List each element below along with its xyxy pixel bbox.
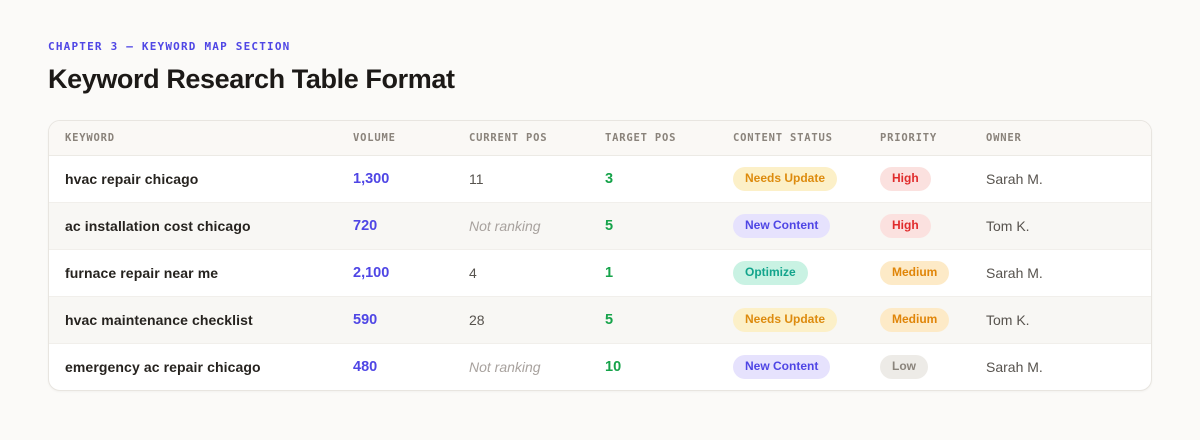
owner-cell: Sarah M. xyxy=(986,155,1151,202)
current-pos-value: 28 xyxy=(469,311,485,328)
content-status-badge: New Content xyxy=(733,354,831,379)
priority-badge: High xyxy=(880,166,931,191)
content-status-badge: Needs Update xyxy=(733,307,838,332)
target-pos-value: 3 xyxy=(605,171,614,187)
volume-cell: 1,300 xyxy=(353,155,469,202)
current-pos-cell: 4 xyxy=(469,248,605,296)
volume-value: 720 xyxy=(353,218,378,234)
priority-badge: Medium xyxy=(880,260,950,285)
volume-value: 590 xyxy=(353,312,378,328)
keyword-text: hvac maintenance checklist xyxy=(65,311,253,328)
target-pos-cell: 10 xyxy=(605,342,733,390)
table-row: furnace repair near me 2,100 4 1 Optimiz… xyxy=(49,248,1151,296)
current-pos-cell: Not ranking xyxy=(469,201,605,249)
keyword-text: emergency ac repair chicago xyxy=(65,358,261,375)
priority-cell: High xyxy=(880,201,986,249)
target-pos-value: 1 xyxy=(605,265,614,281)
priority-badge: Medium xyxy=(880,307,950,332)
table-header: KEYWORD VOLUME CURRENT POS TARGET POS CO… xyxy=(49,121,1151,156)
column-header-priority: PRIORITY xyxy=(880,121,986,156)
priority-cell: Medium xyxy=(880,295,986,343)
owner-cell: Sarah M. xyxy=(986,342,1151,390)
keyword-cell: emergency ac repair chicago xyxy=(49,342,353,390)
volume-value: 480 xyxy=(353,359,378,376)
keyword-text: furnace repair near me xyxy=(65,264,219,281)
table-row: ac installation cost chicago 720 Not ran… xyxy=(49,201,1151,249)
content-status-cell: New Content xyxy=(733,342,880,390)
owner-text: Sarah M. xyxy=(986,358,1043,375)
current-pos-cell: Not ranking xyxy=(469,342,605,390)
priority-cell: Low xyxy=(880,342,986,390)
content-status-badge: Needs Update xyxy=(733,166,838,191)
content-status-cell: Optimize xyxy=(733,248,880,296)
keyword-cell: hvac maintenance checklist xyxy=(49,295,353,343)
table-body: hvac repair chicago 1,300 11 3 Needs Upd… xyxy=(49,155,1151,390)
column-header-keyword: KEYWORD xyxy=(49,121,353,156)
table-row: hvac repair chicago 1,300 11 3 Needs Upd… xyxy=(49,155,1151,202)
target-pos-cell: 1 xyxy=(605,248,733,296)
page-title: Keyword Research Table Format xyxy=(48,64,455,94)
owner-cell: Tom K. xyxy=(986,201,1151,249)
volume-cell: 720 xyxy=(353,201,469,249)
column-header-target-pos: TARGET POS xyxy=(605,121,733,156)
owner-text: Tom K. xyxy=(986,217,1030,234)
current-pos-value: Not ranking xyxy=(469,358,541,375)
content-status-cell: Needs Update xyxy=(733,295,880,343)
keyword-text: hvac repair chicago xyxy=(65,170,199,187)
current-pos-value: Not ranking xyxy=(469,217,541,234)
target-pos-cell: 5 xyxy=(605,201,733,249)
column-header-owner: OWNER xyxy=(986,121,1151,156)
keyword-research-table-card: KEYWORD VOLUME CURRENT POS TARGET POS CO… xyxy=(48,120,1152,391)
page-content: CHAPTER 3 — KEYWORD MAP SECTION Keyword … xyxy=(0,0,1200,391)
priority-badge: Low xyxy=(880,354,928,379)
volume-cell: 480 xyxy=(353,342,469,390)
priority-cell: Medium xyxy=(880,248,986,296)
owner-text: Sarah M. xyxy=(986,170,1043,187)
priority-cell: High xyxy=(880,155,986,202)
keyword-text: ac installation cost chicago xyxy=(65,217,251,234)
current-pos-cell: 28 xyxy=(469,295,605,343)
content-status-cell: Needs Update xyxy=(733,155,880,202)
table-row: emergency ac repair chicago 480 Not rank… xyxy=(49,342,1151,390)
owner-cell: Tom K. xyxy=(986,295,1151,343)
content-status-badge: New Content xyxy=(733,213,831,238)
column-header-volume: VOLUME xyxy=(353,121,469,156)
volume-value: 2,100 xyxy=(353,265,390,281)
target-pos-cell: 5 xyxy=(605,295,733,343)
chapter-eyebrow: CHAPTER 3 — KEYWORD MAP SECTION xyxy=(48,40,291,53)
priority-badge: High xyxy=(880,213,931,238)
column-header-current-pos: CURRENT POS xyxy=(469,121,605,156)
volume-cell: 2,100 xyxy=(353,248,469,296)
target-pos-cell: 3 xyxy=(605,155,733,202)
current-pos-value: 4 xyxy=(469,264,477,281)
owner-text: Tom K. xyxy=(986,311,1030,328)
table-row: hvac maintenance checklist 590 28 5 Need… xyxy=(49,295,1151,343)
keyword-cell: hvac repair chicago xyxy=(49,155,353,202)
column-header-content-status: CONTENT STATUS xyxy=(733,121,880,156)
target-pos-value: 5 xyxy=(605,312,614,328)
current-pos-value: 11 xyxy=(469,170,484,187)
keyword-cell: furnace repair near me xyxy=(49,248,353,296)
keyword-research-table: KEYWORD VOLUME CURRENT POS TARGET POS CO… xyxy=(49,121,1151,390)
volume-cell: 590 xyxy=(353,295,469,343)
owner-cell: Sarah M. xyxy=(986,248,1151,296)
owner-text: Sarah M. xyxy=(986,264,1043,281)
content-status-badge: Optimize xyxy=(733,260,808,285)
target-pos-value: 5 xyxy=(605,218,614,234)
current-pos-cell: 11 xyxy=(469,155,605,202)
volume-value: 1,300 xyxy=(353,171,390,187)
content-status-cell: New Content xyxy=(733,201,880,249)
keyword-cell: ac installation cost chicago xyxy=(49,201,353,249)
target-pos-value: 10 xyxy=(605,359,622,376)
